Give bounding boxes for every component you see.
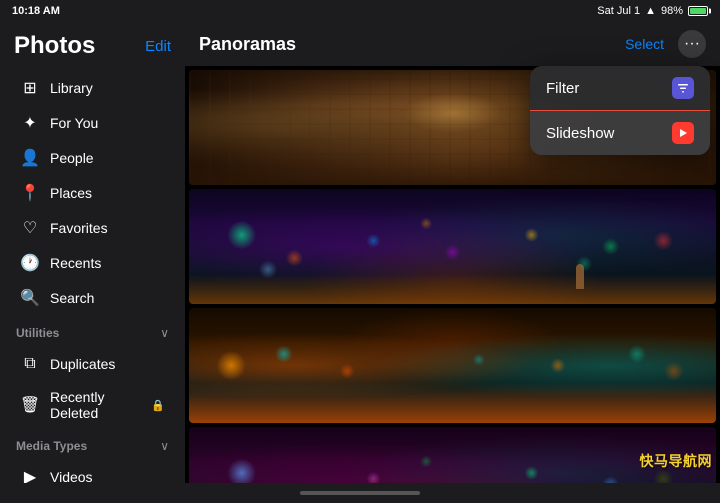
home-indicator-bar — [300, 491, 420, 495]
watermark: 快马导航网 — [640, 451, 713, 471]
sidebar-item-search[interactable]: 🔍 Search — [6, 281, 179, 315]
sidebar-item-label: People — [50, 150, 94, 166]
sidebar-title: Photos — [14, 32, 95, 60]
main-nav-section: ⊞ Library ✦ For You 👤 People 📍 Places ♡ … — [0, 70, 185, 316]
sidebar-item-label: Duplicates — [50, 356, 115, 372]
recents-icon: 🕐 — [20, 253, 40, 273]
utilities-section-header: Utilities ∨ — [0, 316, 185, 342]
panorama-bridge1[interactable] — [189, 189, 716, 304]
utilities-section: ⧉ Duplicates 🗑 Recently Deleted 🔒 — [0, 346, 185, 429]
filter-icon — [672, 77, 694, 99]
sidebar-item-places[interactable]: 📍 Places — [6, 176, 179, 210]
dropdown-menu: Filter Slideshow — [530, 66, 710, 155]
media-types-chevron-icon[interactable]: ∨ — [160, 439, 169, 453]
duplicates-icon: ⧉ — [20, 354, 40, 374]
sidebar-item-label: Favorites — [50, 220, 108, 236]
media-types-section-header: Media Types ∨ — [0, 429, 185, 455]
panorama-bridge3[interactable] — [189, 427, 716, 483]
sidebar-item-label: Search — [50, 290, 94, 306]
sidebar-item-favorites[interactable]: ♡ Favorites — [6, 211, 179, 245]
search-icon: 🔍 — [20, 288, 40, 308]
sidebar-item-label: For You — [50, 115, 98, 131]
utilities-label: Utilities — [16, 326, 59, 340]
slideshow-icon — [672, 122, 694, 144]
sidebar-header: Photos Edit — [0, 22, 185, 66]
main-content: Panoramas Select ··· — [185, 22, 720, 483]
sidebar-item-duplicates[interactable]: ⧉ Duplicates — [6, 347, 179, 381]
sidebar-item-label: Recently Deleted — [50, 389, 139, 421]
battery-icon — [688, 6, 708, 16]
panorama-bridge2[interactable] — [189, 308, 716, 423]
more-options-button[interactable]: ··· — [678, 30, 706, 58]
top-bar-actions: Select ··· — [625, 30, 706, 58]
status-time: 10:18 AM — [12, 5, 60, 17]
lock-icon: 🔒 — [151, 399, 165, 412]
favorites-icon: ♡ — [20, 218, 40, 238]
trash-icon: 🗑 — [20, 395, 40, 415]
sidebar-item-label: Places — [50, 185, 92, 201]
sidebar-item-label: Library — [50, 80, 93, 96]
dropdown-filter[interactable]: Filter — [530, 66, 710, 111]
battery-label: 98% — [661, 5, 683, 17]
sidebar-item-recents[interactable]: 🕐 Recents — [6, 246, 179, 280]
wifi-icon: ▲ — [645, 5, 656, 17]
sidebar-item-label: Recents — [50, 255, 101, 271]
home-indicator — [0, 483, 720, 503]
status-bar: 10:18 AM Sat Jul 1 ▲ 98% — [0, 0, 720, 22]
dropdown-slideshow[interactable]: Slideshow — [530, 110, 710, 155]
media-types-label: Media Types — [16, 439, 87, 453]
library-icon: ⊞ — [20, 78, 40, 98]
slideshow-label: Slideshow — [546, 125, 614, 142]
sidebar-item-for-you[interactable]: ✦ For You — [6, 106, 179, 140]
media-types-section: ▶ Videos 🤳 Selfies ◉ Portrait ⊙ Panorama… — [0, 459, 185, 483]
select-button[interactable]: Select — [625, 36, 664, 52]
content-title: Panoramas — [199, 34, 625, 55]
status-date: Sat Jul 1 — [597, 5, 640, 17]
for-you-icon: ✦ — [20, 113, 40, 133]
sidebar-item-label: Videos — [50, 469, 93, 483]
top-bar: Panoramas Select ··· — [185, 22, 720, 66]
people-icon: 👤 — [20, 148, 40, 168]
filter-label: Filter — [546, 80, 579, 97]
app-container: Photos Edit ⊞ Library ✦ For You 👤 People… — [0, 22, 720, 483]
sidebar-item-library[interactable]: ⊞ Library — [6, 71, 179, 105]
sidebar-item-recently-deleted[interactable]: 🗑 Recently Deleted 🔒 — [6, 382, 179, 428]
videos-icon: ▶ — [20, 467, 40, 483]
sidebar-item-videos[interactable]: ▶ Videos — [6, 460, 179, 483]
sidebar-item-people[interactable]: 👤 People — [6, 141, 179, 175]
edit-button[interactable]: Edit — [145, 38, 171, 55]
places-icon: 📍 — [20, 183, 40, 203]
sidebar: Photos Edit ⊞ Library ✦ For You 👤 People… — [0, 22, 185, 483]
status-right: Sat Jul 1 ▲ 98% — [597, 5, 708, 17]
utilities-chevron-icon[interactable]: ∨ — [160, 326, 169, 340]
